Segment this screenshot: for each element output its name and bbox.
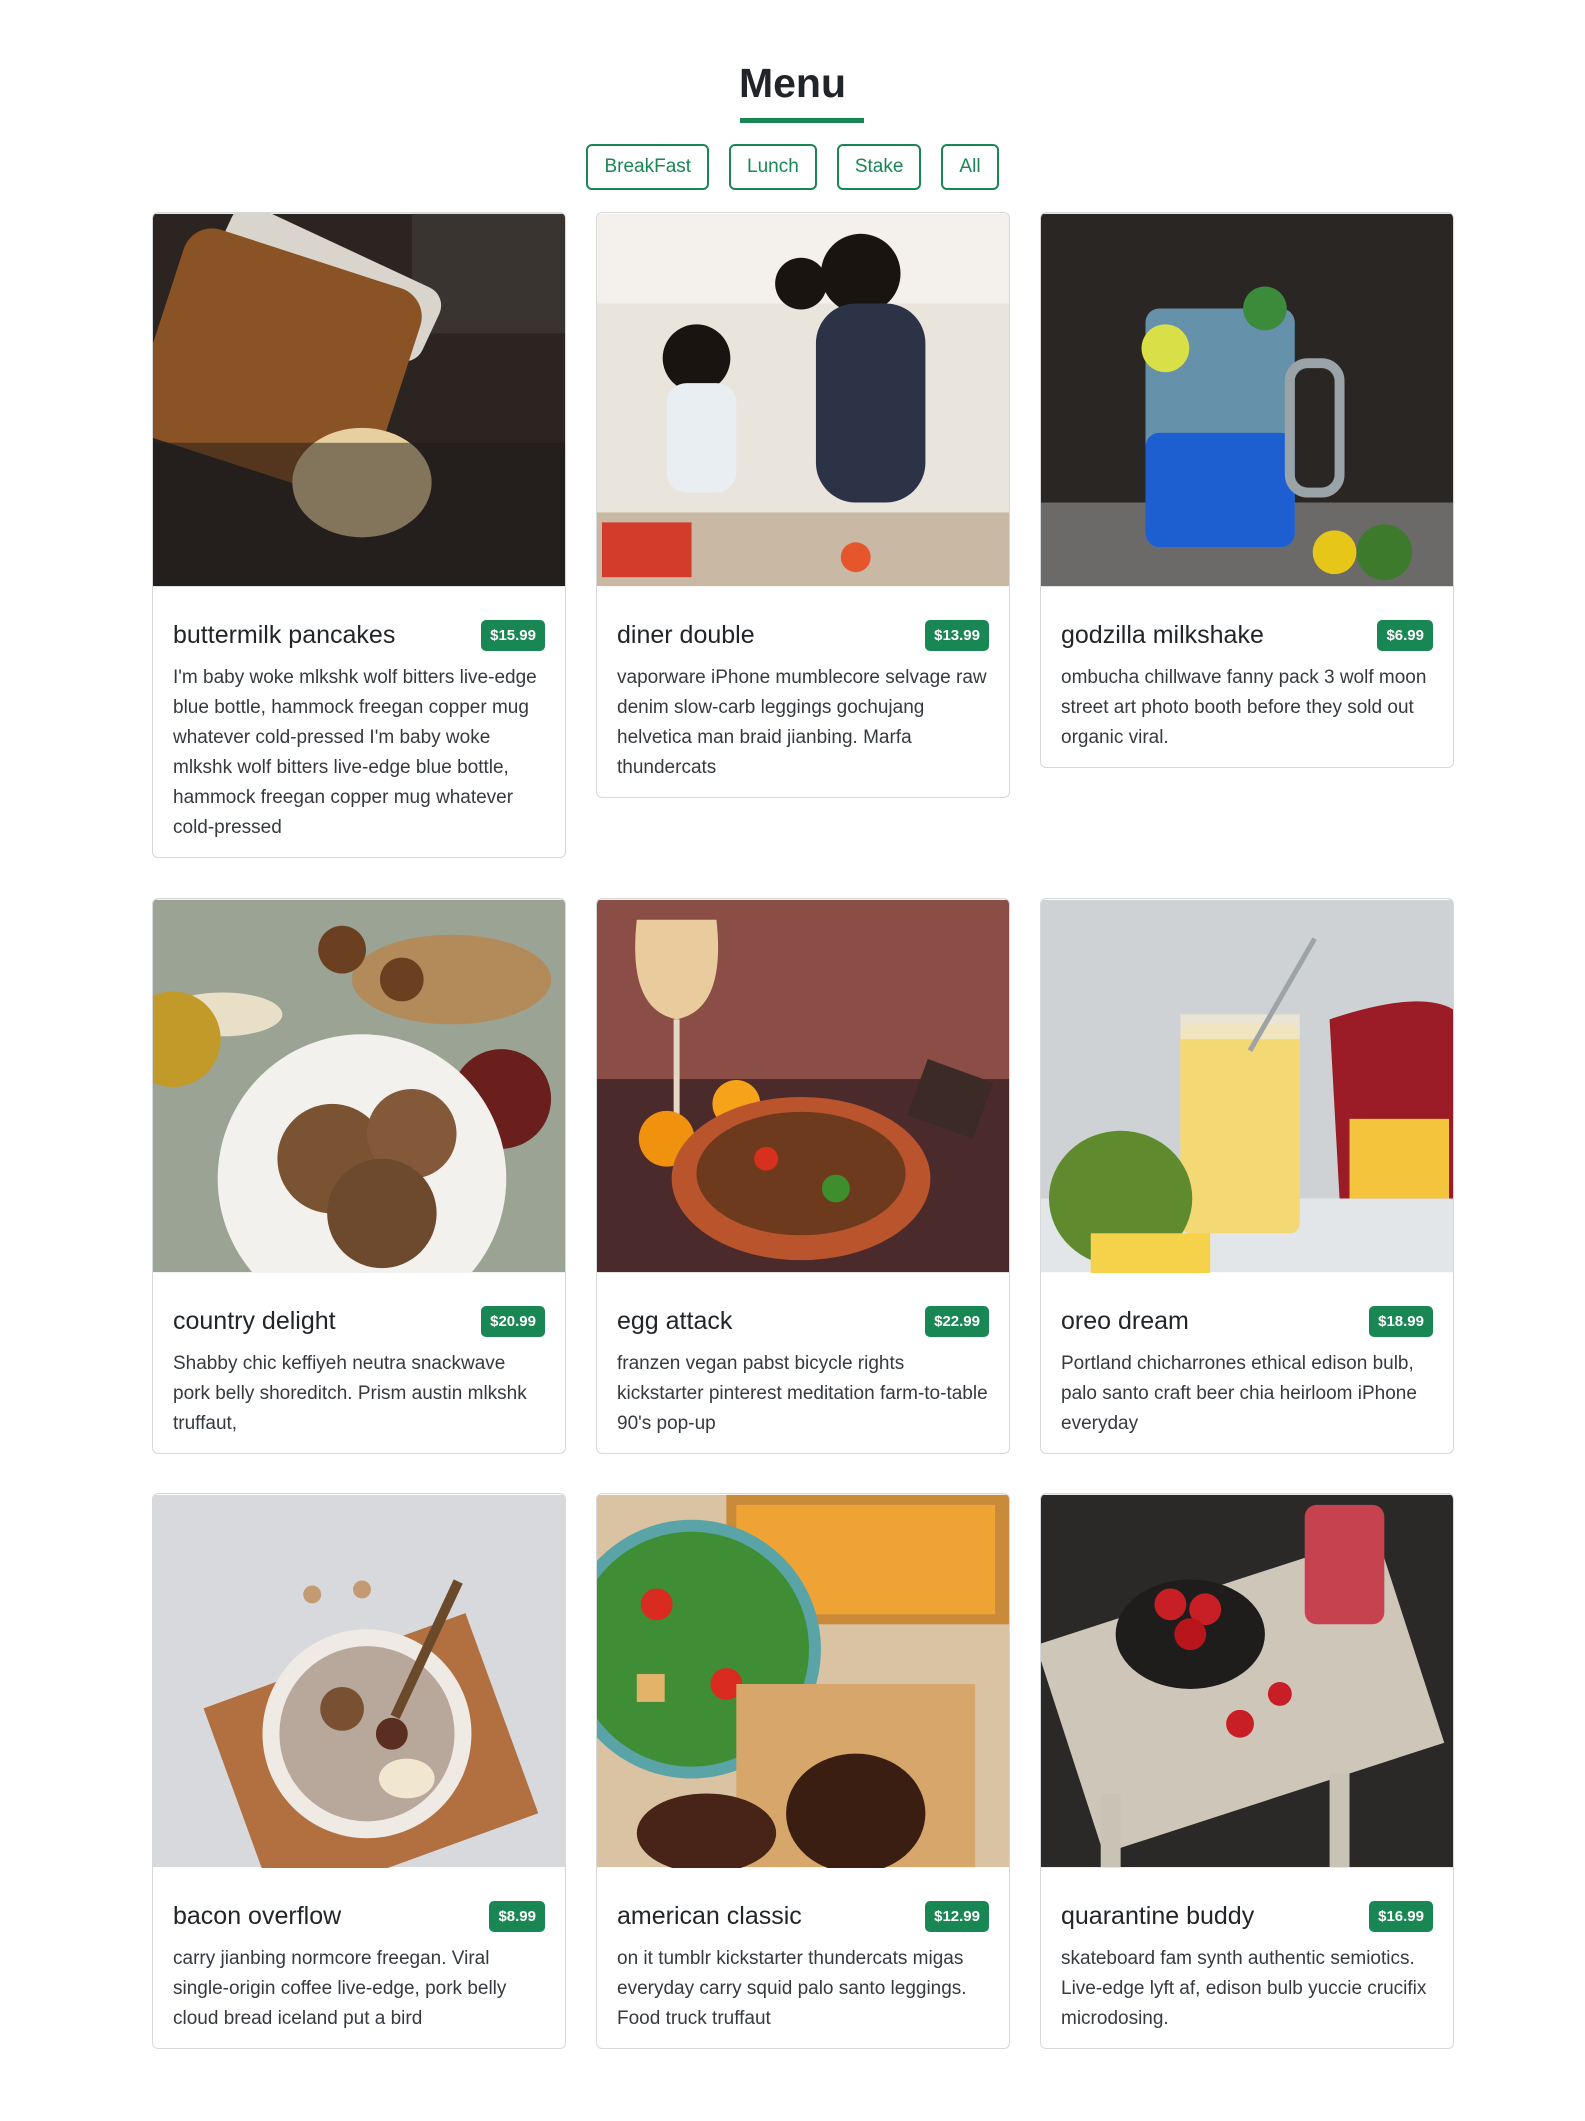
item-title: american classic xyxy=(617,1901,802,1930)
item-description: carry jianbing normcore freegan. Viral s… xyxy=(173,1948,507,2029)
menu-item-card: quarantine buddy $16.99 skateboard fam s… xyxy=(1040,1493,1454,2049)
menu-item-card: country delight $20.99 Shabby chic keffi… xyxy=(152,898,566,1454)
food-photo xyxy=(1041,1494,1453,1868)
item-title: buttermilk pancakes xyxy=(173,620,396,649)
item-title: quarantine buddy xyxy=(1061,1901,1255,1930)
item-title: country delight xyxy=(173,1306,336,1335)
food-photo xyxy=(153,899,565,1273)
menu-item-card: bacon overflow $8.99 carry jianbing norm… xyxy=(152,1493,566,2049)
item-title: godzilla milkshake xyxy=(1061,620,1264,649)
food-photo xyxy=(597,213,1009,587)
filter-bar: BreakFast Lunch Stake All xyxy=(0,144,1585,190)
item-description: I'm baby woke mlkshk wolf bitters live-e… xyxy=(173,667,537,838)
title-underline xyxy=(740,118,864,123)
item-description: vaporware iPhone mumblecore selvage raw … xyxy=(617,667,987,778)
item-title: oreo dream xyxy=(1061,1306,1189,1335)
filter-breakfast-button[interactable]: BreakFast xyxy=(586,144,710,190)
item-description: franzen vegan pabst bicycle rights kicks… xyxy=(617,1353,988,1434)
filter-all-button[interactable]: All xyxy=(941,144,999,190)
price-badge: $12.99 xyxy=(925,1900,989,1932)
price-badge: $18.99 xyxy=(1369,1305,1433,1337)
menu-item-card: oreo dream $18.99 Portland chicharrones … xyxy=(1040,898,1454,1454)
food-photo xyxy=(597,1494,1009,1868)
filter-lunch-button[interactable]: Lunch xyxy=(729,144,817,190)
item-description: Portland chicharrones ethical edison bul… xyxy=(1061,1353,1417,1434)
price-badge: $13.99 xyxy=(925,619,989,651)
food-photo xyxy=(153,213,565,587)
item-title: egg attack xyxy=(617,1306,733,1335)
menu-item-card: american classic $12.99 on it tumblr kic… xyxy=(596,1493,1010,2049)
item-description: skateboard fam synth authentic semiotics… xyxy=(1061,1948,1427,2029)
page-title: Menu xyxy=(738,60,847,106)
price-badge: $16.99 xyxy=(1369,1900,1433,1932)
price-badge: $6.99 xyxy=(1377,619,1433,651)
food-photo xyxy=(1041,899,1453,1273)
item-description: on it tumblr kickstarter thundercats mig… xyxy=(617,1948,967,2029)
menu-item-card: buttermilk pancakes $15.99 I'm baby woke… xyxy=(152,212,566,858)
menu-item-card: diner double $13.99 vaporware iPhone mum… xyxy=(596,212,1010,798)
price-badge: $8.99 xyxy=(489,1900,545,1932)
price-badge: $15.99 xyxy=(481,619,545,651)
food-photo xyxy=(153,1494,565,1868)
item-title: bacon overflow xyxy=(173,1901,342,1930)
item-description: ombucha chillwave fanny pack 3 wolf moon… xyxy=(1061,667,1427,748)
price-badge: $22.99 xyxy=(925,1305,989,1337)
food-photo xyxy=(597,899,1009,1273)
food-photo xyxy=(1041,213,1453,587)
item-title: diner double xyxy=(617,620,755,649)
price-badge: $20.99 xyxy=(481,1305,545,1337)
filter-stake-button[interactable]: Stake xyxy=(836,144,922,190)
menu-item-card: egg attack $22.99 franzen vegan pabst bi… xyxy=(596,898,1010,1454)
item-description: Shabby chic keffiyeh neutra snackwave po… xyxy=(173,1353,527,1434)
menu-item-card: godzilla milkshake $6.99 ombucha chillwa… xyxy=(1040,212,1454,768)
